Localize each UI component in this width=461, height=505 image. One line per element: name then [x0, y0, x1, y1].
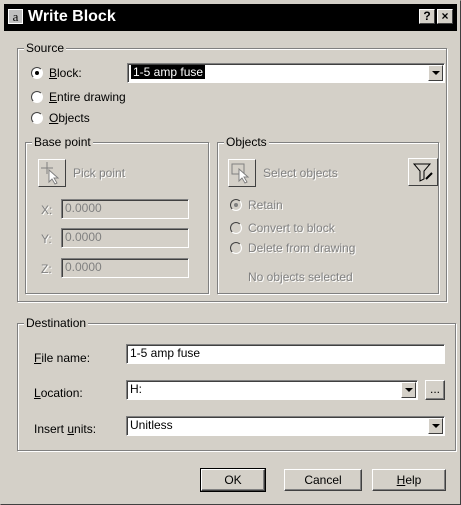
select-objects-icon — [231, 163, 250, 184]
chevron-down-icon[interactable] — [428, 65, 443, 81]
x-label: X: — [41, 203, 53, 217]
quick-select-button[interactable] — [408, 158, 438, 186]
pick-point-button[interactable] — [38, 159, 66, 187]
location-select[interactable]: H: — [126, 380, 418, 400]
objects-radio-label: Objects — [49, 111, 90, 125]
y-field[interactable]: 0.0000 — [61, 228, 189, 248]
close-title-button[interactable]: × — [437, 9, 453, 24]
select-objects-label: Select objects — [263, 166, 338, 180]
retain-label: Retain — [248, 198, 283, 212]
browse-button[interactable]: ... — [425, 380, 445, 400]
delete-from-drawing-label: Delete from drawing — [248, 241, 356, 255]
block-radio-label: Block: — [49, 66, 82, 80]
chevron-down-icon[interactable] — [401, 382, 416, 398]
filter-icon — [412, 163, 433, 182]
x-field[interactable]: 0.0000 — [61, 199, 189, 219]
cancel-button[interactable]: Cancel — [284, 469, 362, 491]
help-button[interactable]: Help — [372, 469, 446, 491]
objects-status-text: No objects selected — [248, 270, 353, 284]
z-field[interactable]: 0.0000 — [61, 258, 189, 278]
window-title: Write Block — [28, 8, 116, 25]
select-objects-button[interactable] — [228, 159, 256, 187]
source-group-label: Source — [24, 41, 67, 55]
entire-drawing-radio[interactable] — [31, 91, 43, 103]
retain-radio[interactable] — [230, 199, 242, 211]
file-name-label: File name: — [34, 351, 91, 365]
location-select-value: H: — [130, 382, 142, 396]
help-title-button[interactable]: ? — [419, 9, 435, 24]
objects-radio[interactable] — [31, 112, 43, 124]
block-select-value: 1-5 amp fuse — [131, 65, 206, 79]
app-icon: a — [8, 9, 23, 24]
convert-to-block-label: Convert to block — [248, 221, 335, 235]
insert-units-select[interactable]: Unitless — [126, 416, 445, 436]
destination-group-label: Destination — [24, 316, 89, 330]
file-name-field[interactable]: 1-5 amp fuse — [126, 344, 445, 364]
location-label: Location: — [34, 386, 83, 400]
write-block-dialog: a Write Block ? × Source Block: 1-5 amp … — [0, 0, 461, 505]
z-label: Z: — [41, 262, 52, 276]
entire-drawing-label: Entire drawing — [49, 90, 126, 104]
block-radio[interactable] — [31, 67, 43, 79]
chevron-down-icon[interactable] — [428, 418, 443, 434]
base-point-group-label: Base point — [32, 135, 93, 149]
title-bar[interactable]: a Write Block ? × — [4, 4, 457, 31]
insert-units-value: Unitless — [130, 418, 173, 432]
delete-from-drawing-radio[interactable] — [230, 242, 242, 254]
ok-button[interactable]: OK — [200, 468, 266, 492]
pick-point-label: Pick point — [73, 166, 126, 180]
objects-group-label: Objects — [224, 135, 269, 149]
insert-units-label: Insert units: — [34, 422, 97, 436]
pick-point-icon — [41, 162, 60, 185]
convert-to-block-radio[interactable] — [230, 222, 242, 234]
y-label: Y: — [41, 232, 52, 246]
block-select[interactable]: 1-5 amp fuse — [127, 63, 445, 83]
